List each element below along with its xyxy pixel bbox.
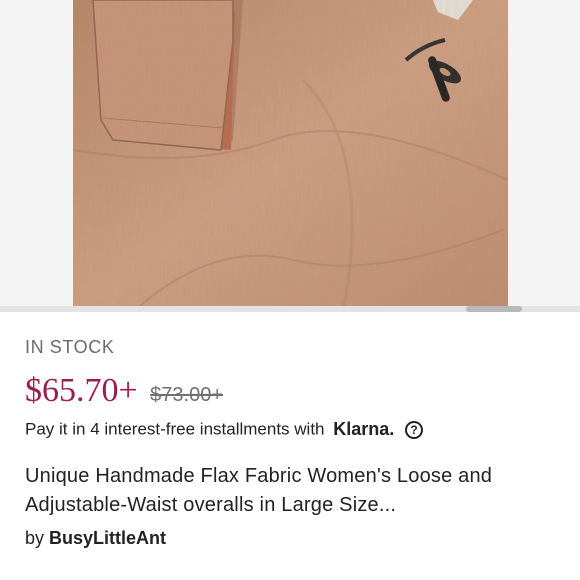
carousel-scroll-thumb[interactable] xyxy=(466,306,522,312)
current-price: $65.70+ xyxy=(25,372,138,409)
product-image-carousel[interactable] xyxy=(0,0,580,312)
klarna-text: Pay it in 4 interest-free installments w… xyxy=(25,419,325,439)
stock-status: IN STOCK xyxy=(25,337,115,357)
price-row: $65.70+ $73.00+ xyxy=(25,372,223,412)
carousel-scrollbar[interactable] xyxy=(0,306,580,312)
klarna-logo: Klarna. xyxy=(333,419,395,440)
question-circle-icon[interactable]: ? xyxy=(405,420,424,439)
seller-prefix: by xyxy=(25,528,45,548)
original-price: $73.00+ xyxy=(150,384,223,406)
product-title[interactable]: Unique Handmade Flax Fabric Women's Loos… xyxy=(25,462,565,520)
seller-name-link[interactable]: BusyLittleAnt xyxy=(49,528,166,548)
klarna-installments: Pay it in 4 interest-free installments w… xyxy=(25,419,424,443)
product-photo[interactable] xyxy=(73,0,508,312)
seller-line: by BusyLittleAnt xyxy=(25,528,166,549)
product-photo-art xyxy=(73,0,508,312)
